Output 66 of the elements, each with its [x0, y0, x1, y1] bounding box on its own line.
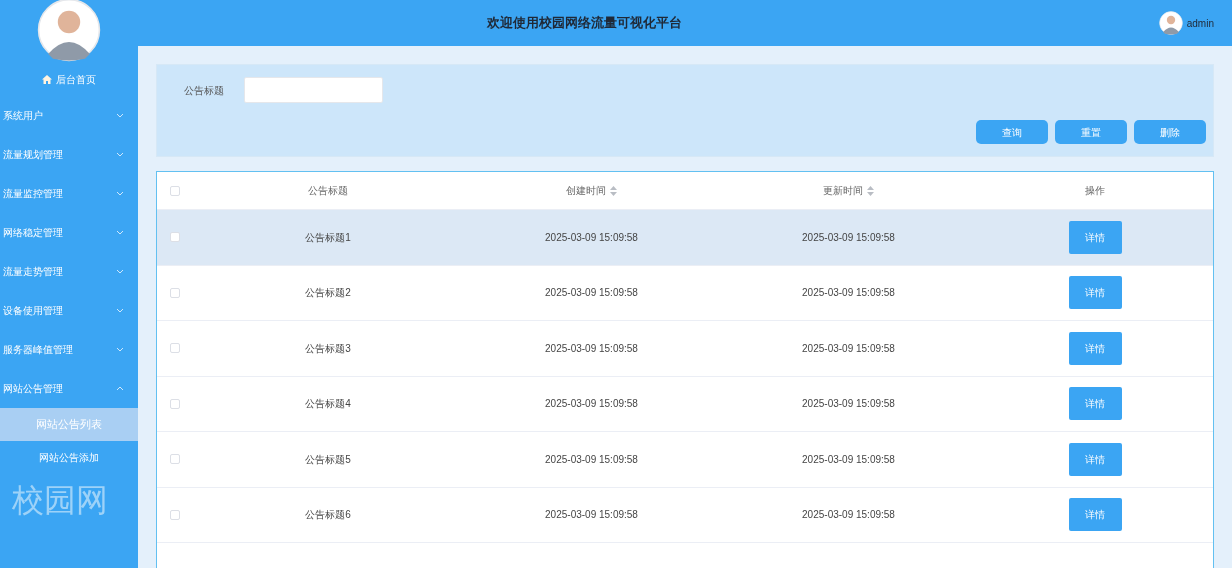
table-cell-text: 2025-03-09 15:09:58	[802, 230, 895, 245]
sidebar-menu-item[interactable]: 流量规划管理	[0, 135, 138, 174]
user-avatar	[1158, 11, 1183, 35]
checkbox[interactable]	[170, 232, 180, 243]
chevron-icon	[116, 269, 124, 274]
chevron-icon	[116, 230, 124, 235]
column-header: 更新时间	[823, 184, 863, 198]
table-cell-text: 2025-03-09 15:09:58	[802, 508, 895, 523]
table-cell-text: 2025-03-09 15:09:58	[802, 341, 895, 356]
action-button[interactable]: 删除	[1134, 120, 1206, 144]
table-cell-text: 2025-03-09 15:09:58	[545, 286, 638, 301]
title-input-field[interactable]	[244, 77, 383, 103]
table-cell-text: 2025-03-09 15:09:58	[802, 286, 895, 301]
details-button[interactable]: 详情	[1068, 387, 1122, 421]
table-cell-text: 公告标题2	[305, 286, 351, 301]
column-header: 操作	[1085, 184, 1105, 198]
home-icon	[42, 74, 52, 84]
table-cell-text: 2025-03-09 15:09:58	[802, 452, 895, 467]
table-cell-text: 公告标题1	[305, 230, 351, 245]
chevron-icon	[116, 113, 124, 118]
table-cell-text: 2025-03-09 15:09:58	[545, 341, 638, 356]
table-cell-text: 2025-03-09 15:09:58	[802, 397, 895, 412]
chevron-icon	[116, 308, 124, 313]
chevron-icon	[116, 152, 124, 157]
table-cell-text: 2025-03-09 15:09:58	[545, 230, 638, 245]
table-cell-text: 2025-03-09 15:09:58	[545, 452, 638, 467]
table-cell-text: 2025-03-09 15:09:58	[545, 508, 638, 523]
table-cell-text: 公告标题3	[305, 341, 351, 356]
checkbox[interactable]	[170, 398, 180, 409]
table-cell-text: 公告标题6	[305, 508, 351, 523]
table-cell-text: 2025-03-09 15:09:58	[545, 397, 638, 412]
sidebar-submenu-item[interactable]: 网站公告添加	[0, 441, 138, 474]
chevron-icon	[116, 386, 124, 391]
sort-icon[interactable]	[867, 185, 874, 196]
details-button[interactable]: 详情	[1068, 276, 1122, 310]
details-button[interactable]: 详情	[1068, 331, 1122, 365]
sidebar-menu-item[interactable]: 网络稳定管理	[0, 213, 138, 252]
chevron-icon	[116, 191, 124, 196]
page-title: 欢迎使用校园网络流量可视化平台	[487, 14, 682, 33]
sidebar-menu-item[interactable]: 设备使用管理	[0, 291, 138, 330]
checkbox[interactable]	[170, 454, 180, 465]
action-button[interactable]: 查询	[976, 120, 1048, 144]
checkbox[interactable]	[170, 287, 180, 298]
checkbox[interactable]	[170, 343, 180, 354]
username[interactable]: admin	[1186, 15, 1214, 31]
watermark-text: 校园网	[11, 481, 109, 520]
column-header: 创建时间	[566, 184, 606, 198]
sidebar-menu-item[interactable]: 流量走势管理	[0, 252, 138, 291]
table-cell-text: 公告标题4	[305, 397, 351, 412]
sort-icon[interactable]	[610, 185, 617, 196]
sidebar-submenu-item[interactable]: 网站公告列表	[0, 408, 138, 441]
sidebar-menu-item[interactable]: 服务器峰值管理	[0, 330, 138, 369]
column-header: 公告标题	[308, 184, 348, 198]
sidebar-menu-item[interactable]: 网站公告管理	[0, 369, 138, 408]
details-button[interactable]: 详情	[1068, 498, 1122, 532]
sidebar-menu-item[interactable]: 系统用户	[0, 96, 138, 135]
checkbox[interactable]	[170, 509, 180, 520]
action-button[interactable]: 重置	[1055, 120, 1127, 144]
checkbox[interactable]	[170, 185, 180, 196]
table-cell-text: 公告标题5	[305, 452, 351, 467]
chevron-icon	[116, 347, 124, 352]
details-button[interactable]: 详情	[1068, 442, 1122, 476]
details-button[interactable]: 详情	[1068, 220, 1122, 254]
search-label: 公告标题	[184, 83, 224, 98]
sidebar-menu-item[interactable]: 流量监控管理	[0, 174, 138, 213]
home-link[interactable]: 后台首页	[0, 62, 138, 96]
